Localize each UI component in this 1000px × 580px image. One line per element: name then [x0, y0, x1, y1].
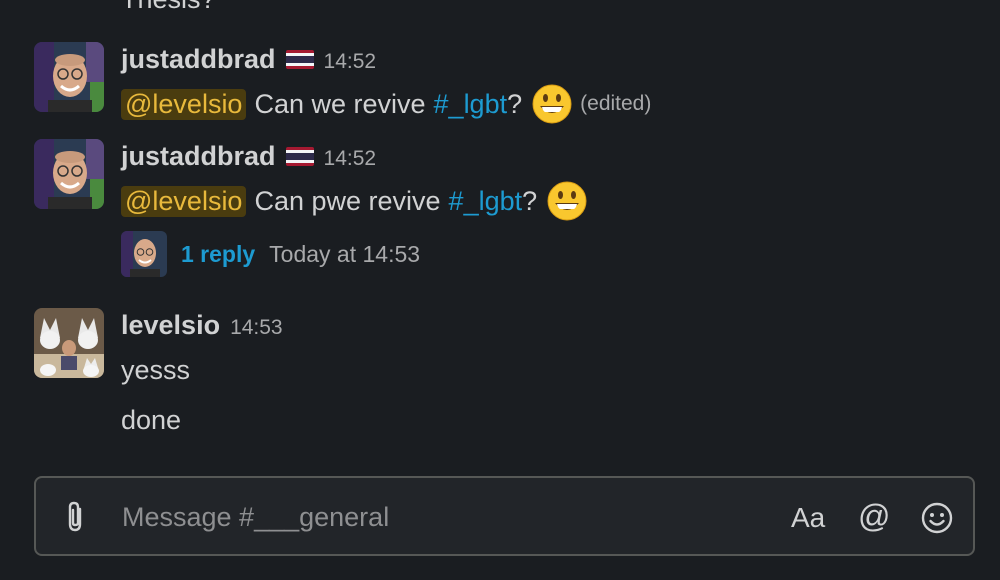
timestamp[interactable]: 14:53 [230, 316, 283, 340]
message-1[interactable]: justaddbrad 14:52 @levelsio Can we reviv… [0, 42, 1000, 132]
username[interactable]: levelsio [121, 310, 220, 341]
message-3[interactable]: levelsio 14:53 yesss done [0, 308, 1000, 448]
thread-summary[interactable]: 1 reply Today at 14:53 [121, 231, 420, 277]
message-line-2: done [121, 404, 182, 435]
message-text-end: ? [507, 88, 523, 119]
emoji-icon[interactable] [921, 502, 953, 541]
grinning-face-emoji-icon [532, 84, 572, 124]
username[interactable]: justaddbrad [121, 44, 276, 75]
thailand-flag-icon [285, 50, 314, 69]
message-text: Can we revive [254, 88, 426, 119]
previous-message-text: Thesis? [121, 0, 216, 15]
mention-icon[interactable]: @ [858, 498, 890, 535]
message-2[interactable]: justaddbrad 14:52 @levelsio Can pwe revi… [0, 139, 1000, 279]
channel-link[interactable]: #_lgbt [449, 186, 523, 217]
timestamp[interactable]: 14:52 [324, 50, 377, 74]
paperclip-icon[interactable] [60, 500, 90, 534]
timestamp[interactable]: 14:52 [324, 147, 377, 171]
message-composer[interactable]: Message #___general Aa @ [34, 476, 975, 556]
edited-label: (edited) [580, 92, 652, 115]
avatar[interactable] [34, 42, 104, 112]
message-input[interactable]: Message #___general [122, 502, 389, 533]
username[interactable]: justaddbrad [121, 141, 276, 172]
reply-count-link[interactable]: 1 reply [181, 241, 255, 268]
user-mention[interactable]: @levelsio [121, 88, 247, 120]
grinning-face-emoji-icon [547, 181, 587, 221]
thread-participant-avatar [121, 231, 167, 277]
thailand-flag-icon [285, 147, 314, 166]
channel-link[interactable]: #_lgbt [434, 89, 508, 120]
avatar[interactable] [34, 308, 104, 378]
chat-pane: Thesis? justaddbrad [0, 0, 1000, 580]
message-text-end: ? [522, 185, 538, 216]
user-mention[interactable]: @levelsio [121, 185, 247, 217]
message-text: Can pwe revive [254, 185, 441, 216]
format-icon[interactable]: Aa [791, 502, 825, 534]
message-line-1: yesss [121, 354, 191, 385]
last-reply-time: Today at 14:53 [269, 240, 421, 267]
avatar[interactable] [34, 139, 104, 209]
